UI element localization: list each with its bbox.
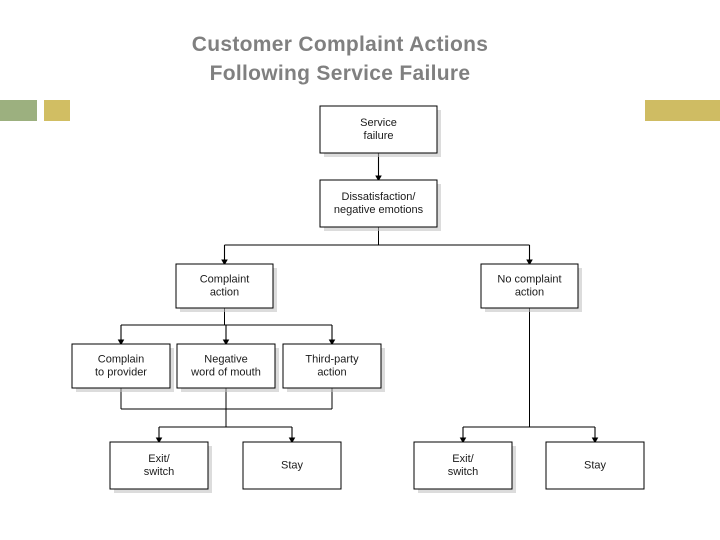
flow-node-no-complaint-action[interactable]: No complaint action — [480, 263, 579, 309]
flow-node-label-stay-left: Stay — [281, 459, 304, 471]
flow-node-complaint-action[interactable]: Complaint action — [175, 263, 274, 309]
flow-node-label-complain-to-provider: Complain to provider — [95, 353, 147, 378]
flow-node-dissatisfaction[interactable]: Dissatisfaction/negative emotions — [319, 179, 438, 228]
flow-node-label-exit-switch-right: Exit/switch — [448, 453, 479, 478]
flow-node-stay-right[interactable]: Stay — [545, 441, 645, 490]
flowchart: Service failure Dissatisfaction/negative e… — [71, 105, 645, 493]
flow-node-service-failure[interactable]: Service failure — [319, 105, 438, 154]
flow-node-negative-word-of-mouth[interactable]: Negative word of mouth — [176, 343, 276, 389]
nodes-layer: Service failure Dissatisfaction/negative e… — [71, 105, 645, 490]
flow-node-label-service-failure: Service failure — [360, 117, 397, 142]
flow-node-label-exit-switch-left: Exit/switch — [144, 453, 175, 478]
flow-node-stay-left[interactable]: Stay — [242, 441, 342, 490]
flow-node-third-party-action[interactable]: Third-party action — [282, 343, 382, 389]
slide-canvas: Customer Complaint Actions Following Ser… — [0, 0, 720, 540]
flow-node-complain-to-provider[interactable]: Complain to provider — [71, 343, 171, 389]
flow-node-label-stay-right: Stay — [584, 459, 607, 471]
flow-node-exit-switch-right[interactable]: Exit/switch — [413, 441, 513, 490]
flow-node-exit-switch-left[interactable]: Exit/switch — [109, 441, 209, 490]
flow-node-label-dissatisfaction: Dissatisfaction/negative emotions — [334, 191, 424, 216]
